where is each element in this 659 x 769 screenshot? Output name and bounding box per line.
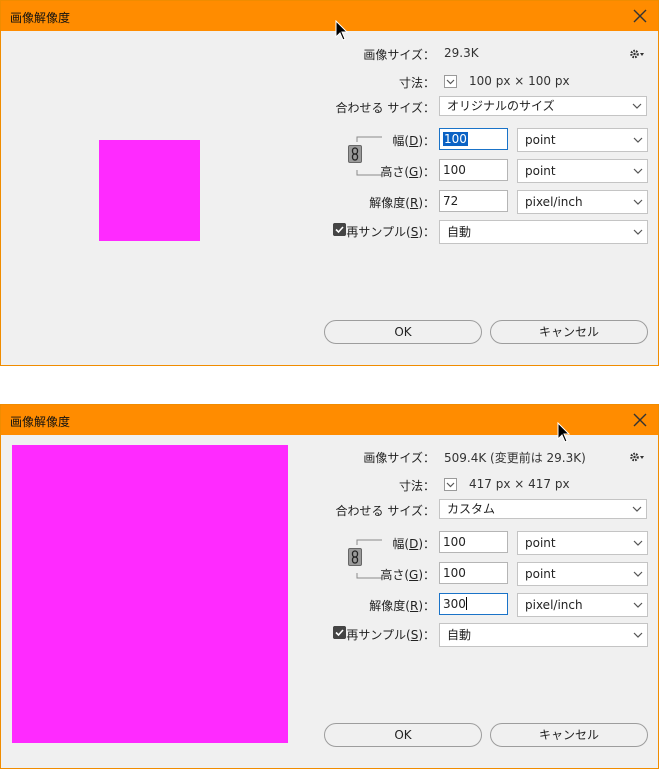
resolution-unit-select[interactable]: pixel/inch — [517, 190, 648, 214]
width-unit-value: point — [525, 536, 556, 550]
width-input[interactable]: 100 — [439, 128, 508, 150]
resample-checkbox[interactable] — [333, 223, 346, 236]
fit-to-label: 合わせる サイズ： — [335, 101, 435, 115]
chevron-down-icon — [633, 229, 643, 235]
dimensions-value: 417 px × 417 px — [469, 477, 570, 491]
chain-link-icon[interactable] — [348, 548, 362, 566]
resample-method-select[interactable]: 自動 — [439, 623, 648, 647]
chevron-down-icon — [633, 168, 643, 174]
dimensions-label: 寸法： — [398, 76, 435, 90]
fit-to-label: 合わせる サイズ： — [335, 504, 435, 518]
resolution-input[interactable]: 300 — [439, 593, 508, 615]
chevron-down-icon[interactable] — [444, 478, 457, 491]
chevron-down-icon — [633, 199, 643, 205]
height-input[interactable]: 100 — [439, 159, 508, 181]
text-caret — [465, 597, 467, 610]
image-size-label: 画像サイズ： — [363, 48, 435, 62]
width-label: 幅(D)： — [392, 134, 435, 148]
image-size-value: 29.3K — [444, 46, 479, 60]
resample-checkbox[interactable] — [333, 626, 346, 639]
height-label: 高さ(G)： — [380, 568, 435, 582]
close-icon[interactable] — [630, 6, 650, 26]
chevron-down-icon — [633, 540, 643, 546]
resample-method-value: 自動 — [447, 628, 472, 642]
mouse-cursor-icon — [557, 422, 571, 443]
chevron-down-icon — [632, 103, 642, 109]
mouse-cursor-icon — [335, 20, 349, 41]
chevron-down-icon — [633, 632, 643, 638]
image-size-dialog-before: 画像解像度 画像サイズ： 29.3K 寸法： 100 px × 100 px 合… — [0, 0, 659, 366]
height-unit-select[interactable]: point — [517, 562, 648, 586]
image-size-value: 509.4K (変更前は 29.3K) — [444, 451, 586, 465]
fit-to-select[interactable]: カスタム — [439, 499, 647, 519]
image-preview — [12, 445, 288, 743]
fit-to-value: オリジナルのサイズ — [447, 99, 555, 113]
dimensions-value: 100 px × 100 px — [469, 74, 570, 88]
resample-label: 再サンプル(S)： — [346, 628, 435, 642]
image-size-dialog-after: 画像解像度 画像サイズ： 509.4K (変更前は 29.3K) 寸法： 417… — [0, 404, 659, 769]
ok-button[interactable]: OK — [324, 320, 482, 344]
resample-method-select[interactable]: 自動 — [439, 220, 648, 244]
chevron-down-icon[interactable] — [444, 75, 457, 88]
width-label: 幅(D)： — [392, 537, 435, 551]
width-unit-select[interactable]: point — [517, 531, 648, 555]
dialog-title: 画像解像度 — [10, 11, 71, 25]
fit-to-select[interactable]: オリジナルのサイズ — [439, 96, 647, 116]
gear-icon[interactable] — [629, 48, 645, 60]
resolution-unit-value: pixel/inch — [525, 598, 583, 612]
dimensions-label: 寸法： — [398, 479, 435, 493]
title-bar: 画像解像度 — [1, 1, 658, 31]
chain-link-icon[interactable] — [348, 145, 362, 163]
dialog-title: 画像解像度 — [10, 415, 71, 429]
resample-label: 再サンプル(S)： — [346, 225, 435, 239]
resolution-unit-select[interactable]: pixel/inch — [517, 593, 648, 617]
height-unit-select[interactable]: point — [517, 159, 648, 183]
chevron-down-icon — [633, 602, 643, 608]
resolution-label: 解像度(R)： — [369, 599, 435, 613]
resample-method-value: 自動 — [447, 225, 472, 239]
width-input[interactable]: 100 — [439, 531, 508, 553]
height-input[interactable]: 100 — [439, 562, 508, 584]
resolution-unit-value: pixel/inch — [525, 195, 583, 209]
width-unit-select[interactable]: point — [517, 128, 648, 152]
resolution-input[interactable]: 72 — [439, 190, 508, 212]
chevron-down-icon — [632, 506, 642, 512]
height-label: 高さ(G)： — [380, 165, 435, 179]
image-preview — [99, 140, 200, 241]
resolution-label: 解像度(R)： — [369, 196, 435, 210]
height-unit-value: point — [525, 164, 556, 178]
gear-icon[interactable] — [629, 451, 645, 463]
width-unit-value: point — [525, 133, 556, 147]
close-icon[interactable] — [630, 410, 650, 430]
fit-to-value: カスタム — [447, 502, 496, 516]
image-size-label: 画像サイズ： — [363, 451, 435, 465]
cancel-button[interactable]: キャンセル — [490, 320, 648, 344]
ok-button[interactable]: OK — [324, 723, 482, 747]
chevron-down-icon — [633, 571, 643, 577]
cancel-button[interactable]: キャンセル — [490, 723, 648, 747]
chevron-down-icon — [633, 137, 643, 143]
height-unit-value: point — [525, 567, 556, 581]
